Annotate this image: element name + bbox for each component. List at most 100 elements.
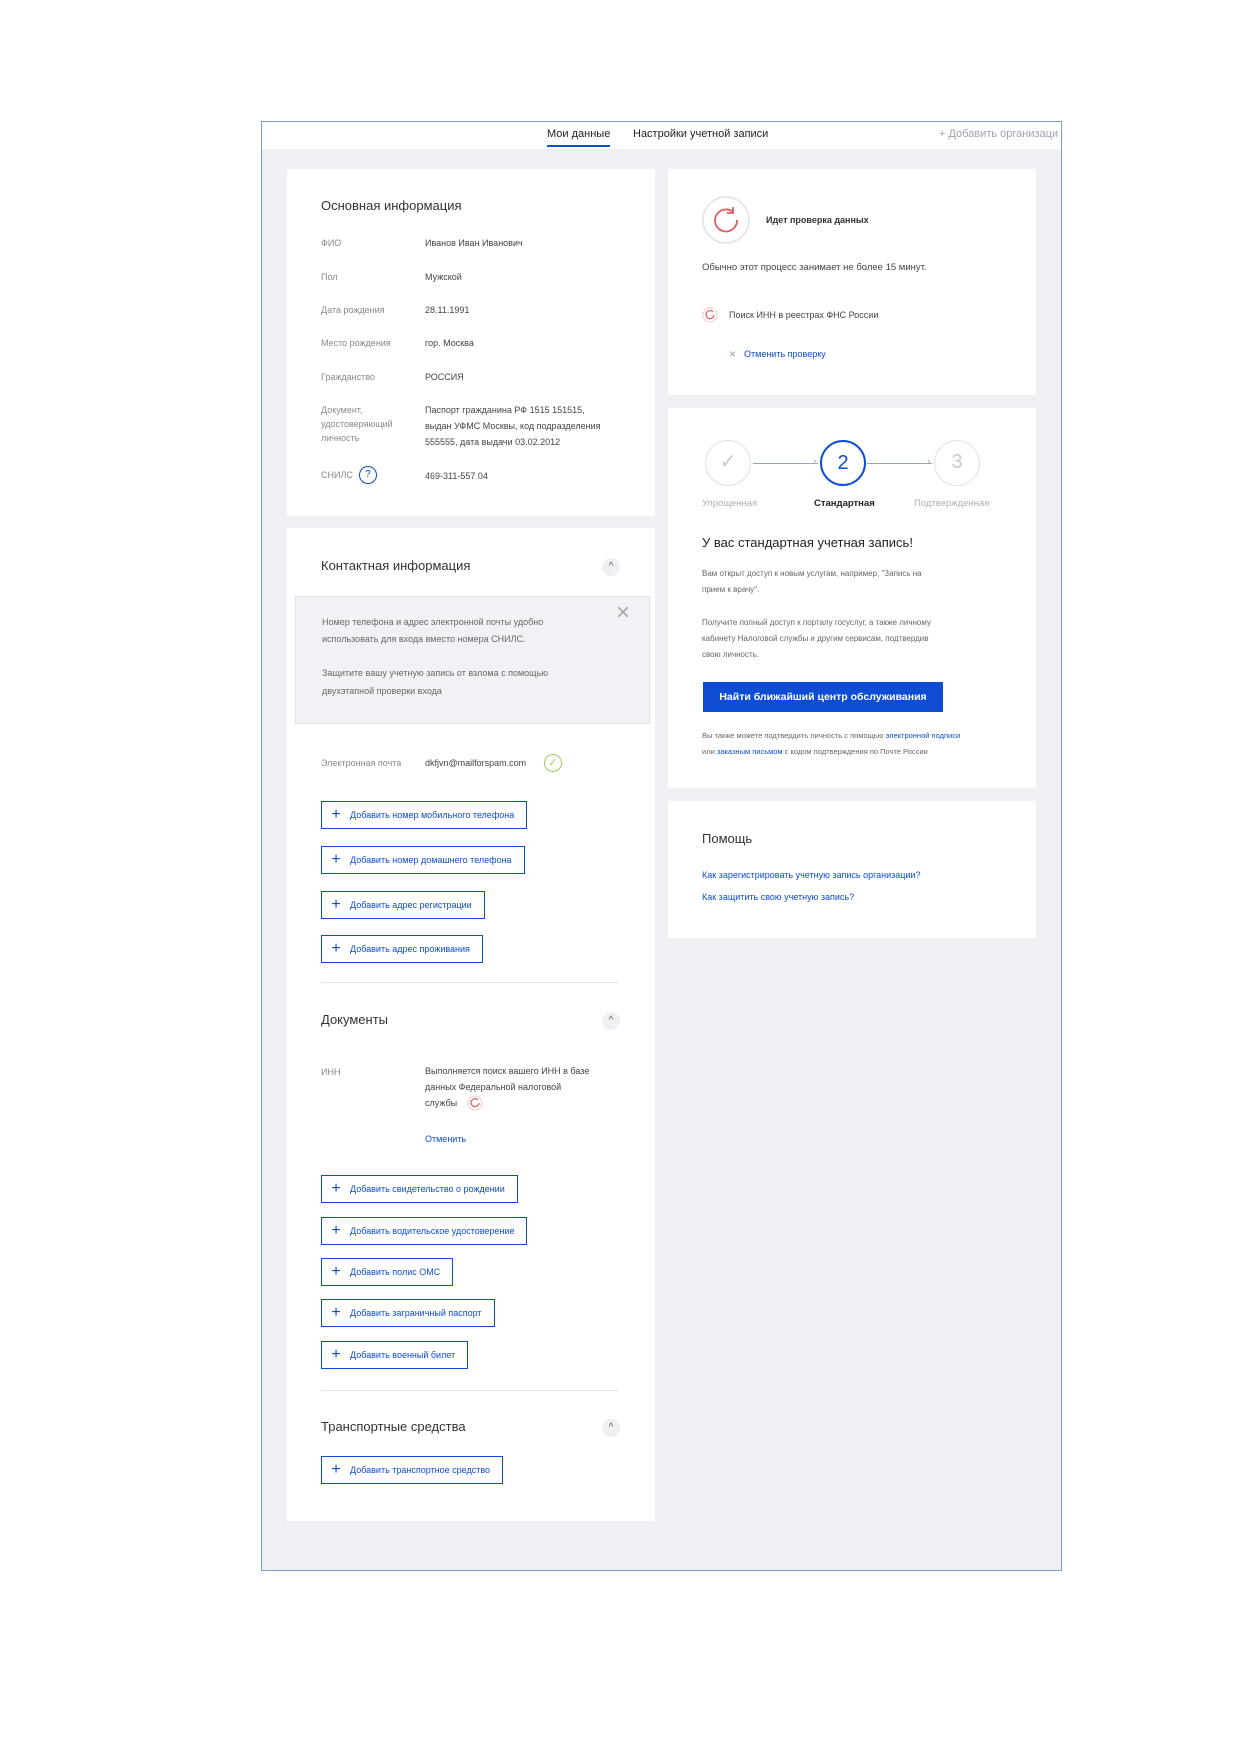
- text-line: кабинету Налоговой службы и другим серви…: [702, 634, 929, 643]
- plus-icon: +: [331, 1222, 341, 1239]
- data-check-desc: Обычно этот процесс занимает не более 15…: [702, 262, 927, 273]
- field-value: Мужской: [425, 272, 462, 282]
- notice-text: Номер телефона и адрес электронной почты…: [322, 617, 544, 627]
- plus-icon: +: [331, 896, 341, 913]
- chevron-up-icon[interactable]: ^: [602, 558, 620, 576]
- field-label: Пол: [321, 272, 338, 282]
- button-label: Добавить адрес регистрации: [350, 900, 472, 910]
- find-service-center-button[interactable]: Найти ближайший центр обслуживания: [703, 682, 943, 712]
- note-line: Вы также можете подтвердить личность с п…: [702, 728, 960, 744]
- chevron-up-icon[interactable]: ^: [602, 1419, 620, 1437]
- field-label: СНИЛС: [321, 470, 353, 480]
- value-line: Паспорт гражданина РФ 1515 151515,: [425, 405, 585, 415]
- email-value: dkfjvn@mailforspam.com: [425, 758, 527, 768]
- plus-icon: +: [331, 806, 341, 823]
- step-standard: 2: [820, 440, 866, 486]
- arrow-right-icon: ›: [813, 456, 817, 467]
- text-line: Вам открыт доступ к новым услугам, напри…: [702, 569, 922, 578]
- account-level-text: Вам открыт доступ к новым услугам, напри…: [702, 566, 922, 598]
- button-label: Добавить номер домашнего телефона: [350, 855, 512, 865]
- field-label: Место рождения: [321, 338, 391, 348]
- value-line: 555555, дата выдачи 03.02.2012: [425, 437, 561, 447]
- button-label: Добавить адрес проживания: [350, 944, 470, 954]
- add-home-phone-button[interactable]: + Добавить номер домашнего телефона: [321, 846, 525, 874]
- help-icon[interactable]: ?: [358, 466, 377, 484]
- step-label: Подтвержденная: [914, 498, 990, 509]
- field-label: Гражданство: [321, 372, 375, 382]
- add-registration-address-button[interactable]: + Добавить адрес регистрации: [321, 891, 485, 919]
- inn-search-status: Поиск ИНН в реестрах ФНС России: [729, 310, 879, 320]
- plus-icon: +: [331, 940, 341, 957]
- note-text: Вы также можете подтвердить личность с п…: [702, 731, 886, 740]
- plus-icon: +: [331, 1180, 341, 1197]
- add-driver-license-button[interactable]: + Добавить водительское удостоверение: [321, 1217, 528, 1245]
- add-residence-address-button[interactable]: + Добавить адрес проживания: [321, 935, 483, 963]
- step-simplified: ✓: [705, 440, 751, 486]
- account-level-title: У вас стандартная учетная запись!: [702, 535, 913, 550]
- snils-label-wrap: СНИЛС ?: [321, 466, 377, 484]
- add-foreign-passport-button[interactable]: + Добавить заграничный паспорт: [321, 1299, 495, 1327]
- add-mobile-phone-button[interactable]: + Добавить номер мобильного телефона: [321, 801, 528, 829]
- tab-my-data[interactable]: Мои данные: [547, 128, 611, 147]
- value-line: выдан УФМС Москвы, код подразделения: [425, 421, 601, 431]
- plus-icon: +: [331, 1346, 341, 1363]
- confirm-note: Вы также можете подтвердить личность с п…: [702, 728, 960, 760]
- text-line: прием к врачу".: [702, 585, 760, 594]
- tab-account-settings[interactable]: Настройки учетной записи: [633, 128, 768, 140]
- chevron-up-icon[interactable]: ^: [602, 1012, 620, 1030]
- field-label: Документ, удостоверяющий личность: [321, 403, 393, 445]
- basic-info-title: Основная информация: [321, 198, 462, 213]
- label-line: удостоверяющий: [321, 419, 393, 429]
- top-tab-bar: Мои данные Настройки учетной записи + До…: [262, 122, 1061, 149]
- cancel-check-link[interactable]: × Отменить проверку: [729, 347, 826, 361]
- e-signature-link[interactable]: электронной подписи: [885, 731, 960, 740]
- inn-label: ИНН: [321, 1067, 341, 1077]
- add-military-id-button[interactable]: + Добавить военный билет: [321, 1341, 469, 1369]
- button-label: Добавить полис ОМС: [350, 1267, 441, 1277]
- note-line: или заказным письмом с кодом подтвержден…: [702, 744, 960, 760]
- add-birth-certificate-button[interactable]: + Добавить свидетельство о рождении: [321, 1175, 518, 1203]
- button-label: Добавить военный билет: [350, 1350, 456, 1360]
- step-label: Стандартная: [814, 498, 875, 509]
- help-title: Помощь: [702, 831, 753, 846]
- plus-icon: +: [331, 1461, 341, 1478]
- button-label: Добавить номер мобильного телефона: [350, 810, 515, 820]
- close-icon[interactable]: ×: [616, 599, 630, 627]
- two-step-link[interactable]: двухэтапной проверки входа: [322, 683, 442, 700]
- note-text: или: [702, 747, 717, 756]
- field-value: гор. Москва: [425, 338, 474, 348]
- step-connector: [867, 463, 932, 464]
- label-line: личность: [321, 433, 360, 443]
- divider: [321, 1390, 619, 1391]
- help-link-register-org[interactable]: Как зарегистрировать учетную запись орга…: [702, 867, 921, 884]
- help-link-protect-account[interactable]: Как защитить свою учетную запись?: [702, 889, 854, 906]
- contact-notice: Номер телефона и адрес электронной почты…: [295, 596, 650, 724]
- step-confirmed: 3: [934, 440, 980, 486]
- cancel-check-label: Отменить проверку: [744, 349, 826, 359]
- text-line: Получите полный доступ к порталу госуслу…: [702, 618, 931, 627]
- field-value: Паспорт гражданина РФ 1515 151515, выдан…: [425, 402, 600, 450]
- add-oms-policy-button[interactable]: + Добавить полис ОМС: [321, 1258, 454, 1286]
- note-text: с кодом подтверждения по Почте России: [782, 747, 928, 756]
- field-value: РОССИЯ: [425, 372, 464, 382]
- text-line: свою личность.: [702, 650, 760, 659]
- field-value: 28.11.1991: [425, 305, 470, 315]
- notice-text: использовать для входа вместо номера СНИ…: [322, 634, 526, 644]
- refresh-icon: [702, 196, 750, 244]
- label-line: Документ,: [321, 405, 363, 415]
- documents-title: Документы: [321, 1012, 389, 1027]
- email-label: Электронная почта: [321, 758, 402, 768]
- step-label: Упрощенная: [702, 498, 758, 509]
- add-vehicle-button[interactable]: + Добавить транспортное средство: [321, 1456, 504, 1484]
- value-line-text: службы: [425, 1098, 458, 1108]
- registered-letter-link[interactable]: заказным письмом: [717, 747, 783, 756]
- field-label: ФИО: [321, 238, 342, 248]
- notice-text: Защитите вашу учетную запись от взлома с…: [322, 668, 549, 678]
- plus-icon: +: [331, 1304, 341, 1321]
- cancel-inn-link[interactable]: Отменить: [425, 1131, 466, 1147]
- close-icon: ×: [729, 347, 737, 361]
- value-line: Выполняется поиск вашего ИНН в базе: [425, 1066, 590, 1076]
- account-level-text: Получите полный доступ к порталу госуслу…: [702, 615, 931, 663]
- add-organization-link[interactable]: + Добавить организаци: [939, 128, 1058, 140]
- divider: [321, 982, 619, 983]
